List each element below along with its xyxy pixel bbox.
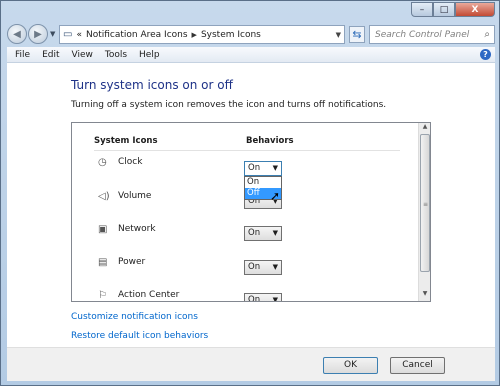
forward-button[interactable]: ▶ — [28, 24, 48, 44]
chevron-down-icon: ▼ — [272, 229, 278, 237]
menu-help[interactable]: Help — [139, 50, 160, 60]
breadcrumb-system-icons[interactable]: System Icons — [201, 30, 261, 40]
column-header-system-icons: System Icons — [94, 136, 158, 146]
chevron-down-icon: ▼ — [272, 296, 278, 302]
mouse-cursor-icon: ➚ — [270, 189, 281, 203]
power-behavior-value: On — [248, 262, 261, 272]
chevron-down-icon: ▼ — [272, 263, 278, 271]
navigation-bar: ◀ ▶ ▼ ▭ « Notification Area Icons ▶ Syst… — [7, 23, 495, 45]
refresh-icon: ⇆ — [352, 28, 362, 41]
scroll-down-icon[interactable]: ▼ — [419, 290, 430, 301]
row-label-action-center: Action Center — [118, 290, 180, 300]
clock-behavior-value: On — [248, 163, 261, 173]
close-button[interactable]: X — [455, 2, 495, 17]
recent-pages-chevron-icon[interactable]: ▼ — [50, 30, 55, 38]
search-placeholder: Search Control Panel — [375, 29, 470, 40]
row-label-clock: Clock — [118, 157, 143, 167]
menu-edit[interactable]: Edit — [42, 50, 59, 60]
main-content: Turn system icons on or off Turning off … — [7, 63, 495, 347]
volume-icon: ◁) — [98, 191, 110, 202]
maximize-button[interactable]: □ — [433, 2, 455, 17]
flag-icon: ⚐ — [98, 290, 107, 301]
search-icon[interactable]: ⌕ — [484, 29, 490, 40]
ok-button[interactable]: OK — [323, 357, 378, 374]
menu-bar: File Edit View Tools Help ? — [7, 47, 495, 63]
menu-view[interactable]: View — [72, 50, 93, 60]
network-icon: ▣ — [98, 224, 108, 235]
system-icons-list: System Icons Behaviors ◷ Clock On ▼ On O… — [71, 122, 431, 302]
network-behavior-value: On — [248, 228, 261, 238]
power-icon: ▤ — [98, 257, 108, 268]
power-behavior-select[interactable]: On ▼ — [244, 260, 282, 275]
scroll-up-icon[interactable]: ▲ — [419, 123, 430, 134]
scrollbar-thumb[interactable]: ≡ — [420, 134, 430, 272]
breadcrumb-separator-icon[interactable]: ▶ — [192, 31, 197, 39]
refresh-button[interactable]: ⇆ — [349, 26, 365, 43]
dropdown-option-on[interactable]: On — [245, 177, 281, 188]
address-bar[interactable]: ▭ « Notification Area Icons ▶ System Ico… — [59, 25, 345, 44]
row-label-volume: Volume — [118, 191, 152, 201]
customize-notification-icons-link[interactable]: Customize notification icons — [71, 312, 198, 322]
caption-buttons: – □ X — [411, 2, 495, 17]
address-overflow[interactable]: « — [76, 30, 82, 40]
header-divider — [94, 150, 400, 151]
clock-icon: ◷ — [98, 157, 107, 168]
action-center-behavior-select[interactable]: On ▼ — [244, 293, 282, 302]
clock-behavior-select[interactable]: On ▼ — [244, 161, 282, 176]
vertical-scrollbar[interactable]: ▲ ≡ ▼ — [418, 123, 430, 301]
restore-default-behaviors-link[interactable]: Restore default icon behaviors — [71, 331, 208, 341]
row-label-network: Network — [118, 224, 156, 234]
grip-icon: ≡ — [423, 201, 429, 208]
column-header-behaviors: Behaviors — [246, 136, 294, 146]
network-behavior-select[interactable]: On ▼ — [244, 226, 282, 241]
control-panel-icon: ▭ — [63, 29, 73, 40]
menu-tools[interactable]: Tools — [105, 50, 127, 60]
page-title: Turn system icons on or off — [71, 78, 233, 92]
page-description: Turning off a system icon removes the ic… — [71, 100, 387, 110]
menu-file[interactable]: File — [15, 50, 30, 60]
help-icon[interactable]: ? — [480, 49, 491, 60]
dialog-footer: OK Cancel — [7, 347, 495, 381]
search-input[interactable]: Search Control Panel ⌕ — [369, 25, 495, 44]
minimize-button[interactable]: – — [411, 2, 433, 17]
address-dropdown-icon[interactable]: ▼ — [336, 31, 341, 39]
back-arrow-icon: ◀ — [13, 28, 21, 40]
action-center-behavior-value: On — [248, 295, 261, 302]
row-label-power: Power — [118, 257, 146, 267]
cancel-button[interactable]: Cancel — [390, 357, 445, 374]
chevron-down-icon: ▼ — [272, 164, 278, 172]
breadcrumb-notification-area-icons[interactable]: Notification Area Icons — [86, 30, 188, 40]
control-panel-window: – □ X ◀ ▶ ▼ ▭ « Notification Area Icons … — [0, 0, 500, 386]
back-button[interactable]: ◀ — [7, 24, 27, 44]
forward-arrow-icon: ▶ — [34, 28, 42, 40]
